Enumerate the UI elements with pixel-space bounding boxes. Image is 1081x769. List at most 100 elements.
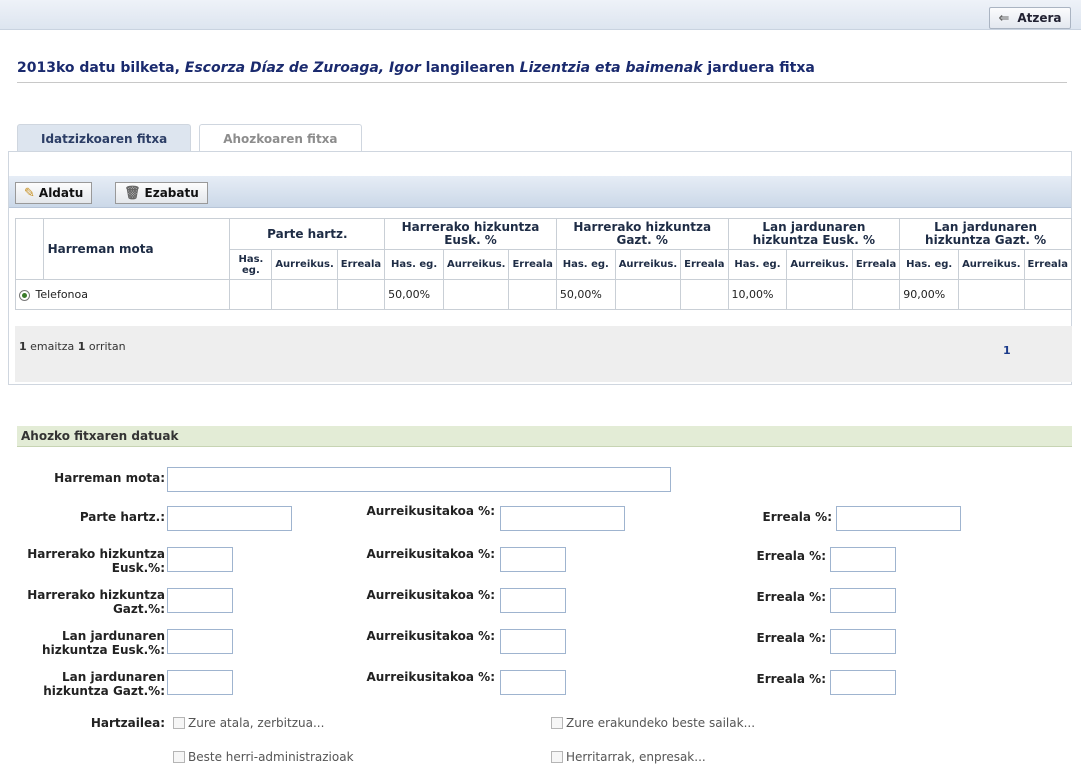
table-cell	[680, 279, 729, 310]
table-cell	[271, 279, 338, 310]
sub-header-erreala[interactable]: Erreala	[336, 249, 386, 280]
checkbox-herritarrak[interactable]: Herritarrak, enpresak...	[551, 750, 706, 764]
sub-header-aurreikus[interactable]: Aurreikus.	[958, 249, 1025, 280]
hartzailea-label: Hartzailea:	[90, 716, 165, 730]
result-count: 1 emaitza 1 orritan	[19, 340, 126, 353]
row-mota-cell[interactable]: Telefonoa	[14, 279, 231, 310]
table-cell	[958, 279, 1025, 310]
aurreikusitakoa-label: Aurreikusitakoa %:	[366, 547, 495, 561]
table-cell: 50,00%	[555, 279, 616, 310]
data-table: Harreman mota Parte hartz. Harrerako hiz…	[14, 218, 1073, 310]
back-button[interactable]: ⇐ Atzera	[989, 7, 1071, 29]
checkbox-label: Zure atala, zerbitzua...	[188, 716, 325, 730]
table-cell: 90,00%	[899, 279, 960, 310]
checkbox-box[interactable]	[173, 751, 185, 763]
sub-header-has[interactable]: Has. eg.	[384, 249, 444, 280]
harrera-gazt-erreala-input[interactable]	[830, 588, 896, 613]
table-cell	[851, 279, 901, 310]
lan-eusk-aurreikusitakoa-input[interactable]	[500, 629, 566, 654]
table-row[interactable]: Telefonoa 50,00% 50,00% 10,00% 90,00%	[14, 279, 1073, 310]
trash-icon: 🗑	[124, 185, 141, 201]
lan-eusk-input[interactable]	[167, 629, 233, 654]
parte-hartz-input[interactable]	[167, 506, 292, 531]
sub-header-aurreikus[interactable]: Aurreikus.	[786, 249, 853, 280]
aurreikusitakoa-label: Aurreikusitakoa %:	[366, 629, 495, 643]
group-header-harrera-gazt: Harrerako hizkuntza Gazt. %	[555, 218, 729, 250]
sub-header-has[interactable]: Has. eg.	[229, 249, 273, 280]
edit-button[interactable]: ✎ Aldatu	[15, 182, 93, 204]
parte-aurreikusitakoa-input[interactable]	[500, 506, 625, 531]
result-count-text: emaitza	[26, 340, 78, 353]
back-button-label: Atzera	[1017, 11, 1062, 25]
harrera-gazt-label: Harrerako hizkuntza Gazt.%:	[27, 588, 165, 616]
checkbox-label: Beste herri-administrazioak	[188, 750, 354, 764]
section-title: Ahozko fitxaren datuak	[17, 426, 1072, 447]
edit-button-label: Aldatu	[38, 186, 84, 200]
page-title: 2013ko datu bilketa, Escorza Díaz de Zur…	[17, 60, 1067, 83]
erreala-label: Erreala %:	[756, 549, 826, 563]
harreman-mota-input[interactable]	[167, 467, 671, 492]
checkbox-zure-atala[interactable]: Zure atala, zerbitzua...	[173, 716, 324, 730]
title-activity: Lizentzia eta baimenak	[519, 60, 703, 76]
table-cell	[614, 279, 682, 310]
harrera-eusk-input[interactable]	[167, 547, 233, 572]
tab-panel: ✎ Aldatu 🗑 Ezabatu Harreman mota Parte h…	[8, 151, 1073, 385]
title-part-2: langilearen	[420, 60, 520, 76]
harrera-gazt-aurreikusitakoa-input[interactable]	[500, 588, 566, 613]
pager: 1 emaitza 1 orritan 1	[15, 326, 1072, 382]
sub-header-aurreikus[interactable]: Aurreikus.	[614, 249, 682, 280]
title-part-3: jarduera fitxa	[702, 60, 815, 76]
sub-header-erreala[interactable]: Erreala	[508, 249, 557, 280]
sub-header-erreala[interactable]: Erreala	[851, 249, 901, 280]
edit-icon: ✎	[24, 185, 35, 201]
checkbox-herri-administrazioak[interactable]: Beste herri-administrazioak	[173, 750, 354, 764]
erreala-label: Erreala %:	[756, 590, 826, 604]
checkbox-box[interactable]	[173, 717, 185, 729]
col-header-mota[interactable]: Harreman mota	[42, 218, 231, 280]
parte-erreala-input[interactable]	[836, 506, 961, 531]
harrera-gazt-input[interactable]	[167, 588, 233, 613]
table-cell	[229, 279, 273, 310]
erreala-label: Erreala %:	[756, 631, 826, 645]
tab-written[interactable]: Idatzizkoaren fitxa	[17, 124, 192, 152]
harrera-eusk-aurreikusitakoa-input[interactable]	[500, 547, 566, 572]
row-select-radio[interactable]	[19, 289, 30, 301]
sub-header-has[interactable]: Has. eg.	[727, 249, 788, 280]
table-cell	[508, 279, 557, 310]
lan-eusk-label: Lan jardunaren hizkuntza Eusk.%:	[42, 629, 165, 657]
group-header-harrera-eusk: Harrerako hizkuntza Eusk. %	[384, 218, 557, 250]
tab-oral[interactable]: Ahozkoaren fitxa	[199, 124, 362, 152]
table-cell	[442, 279, 510, 310]
page-count-text: orritan	[85, 340, 126, 353]
sub-header-erreala[interactable]: Erreala	[1023, 249, 1073, 280]
checkbox-label: Herritarrak, enpresak...	[566, 750, 706, 764]
table-cell: 50,00%	[384, 279, 444, 310]
sub-header-has[interactable]: Has. eg.	[555, 249, 616, 280]
table-cell	[1023, 279, 1073, 310]
sub-header-aurreikus[interactable]: Aurreikus.	[271, 249, 338, 280]
lan-gazt-erreala-input[interactable]	[830, 670, 896, 695]
group-header-lan-gazt: Lan jardunaren hizkuntza Gazt. %	[899, 218, 1072, 250]
checkbox-box[interactable]	[551, 717, 563, 729]
checkbox-label: Zure erakundeko beste sailak...	[566, 716, 756, 730]
sub-header-has[interactable]: Has. eg.	[899, 249, 960, 280]
sub-header-aurreikus[interactable]: Aurreikus.	[442, 249, 510, 280]
delete-button-label: Ezabatu	[144, 186, 199, 200]
table-cell: 10,00%	[727, 279, 788, 310]
sub-header-erreala[interactable]: Erreala	[680, 249, 729, 280]
harrera-eusk-erreala-input[interactable]	[830, 547, 896, 572]
lan-gazt-aurreikusitakoa-input[interactable]	[500, 670, 566, 695]
page-link-1[interactable]: 1	[1003, 344, 1011, 357]
aurreikusitakoa-label: Aurreikusitakoa %:	[366, 504, 495, 518]
harrera-eusk-label: Harrerako hizkuntza Eusk.%:	[27, 547, 165, 575]
aurreikusitakoa-label: Aurreikusitakoa %:	[366, 588, 495, 602]
parte-hartz-label: Parte hartz.:	[79, 510, 165, 524]
delete-button[interactable]: 🗑 Ezabatu	[115, 182, 208, 204]
lan-eusk-erreala-input[interactable]	[830, 629, 896, 654]
checkbox-box[interactable]	[551, 751, 563, 763]
table-cell	[336, 279, 386, 310]
lan-gazt-input[interactable]	[167, 670, 233, 695]
tab-bar: Idatzizkoaren fitxa Ahozkoaren fitxa	[17, 124, 370, 152]
checkbox-beste-sailak[interactable]: Zure erakundeko beste sailak...	[551, 716, 755, 730]
group-header-parte: Parte hartz.	[229, 218, 386, 250]
